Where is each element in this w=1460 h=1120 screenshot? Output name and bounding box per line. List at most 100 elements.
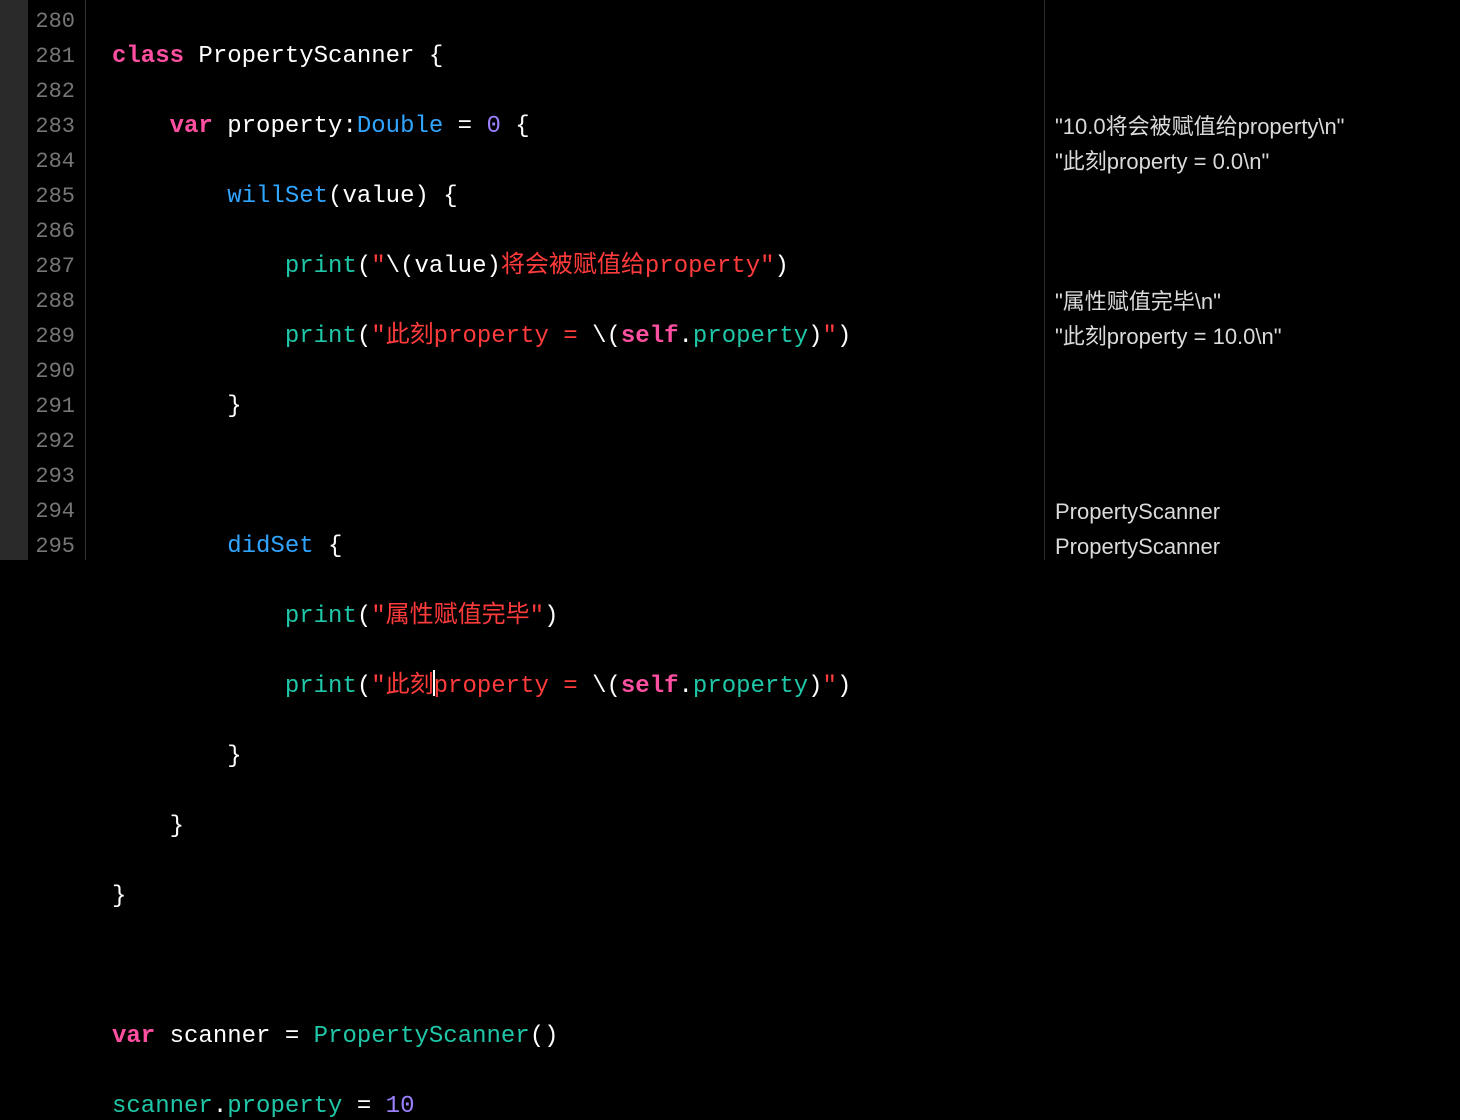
result-row	[1055, 424, 1460, 459]
string-literal: 将会被赋值给property	[501, 253, 760, 280]
result-row: "属性赋值完毕\n"	[1055, 284, 1460, 319]
string-interp-close: )	[808, 673, 822, 700]
property-ref: property	[693, 323, 808, 350]
string-quote: "	[760, 253, 774, 280]
paren-open: (	[357, 323, 371, 350]
string-quote: "	[371, 603, 385, 630]
result-row	[1055, 4, 1460, 39]
result-row: "10.0将会被赋值给property\n"	[1055, 109, 1460, 144]
line-number: 286	[28, 214, 75, 249]
fn-print: print	[285, 673, 357, 700]
result-row	[1055, 459, 1460, 494]
parens: ()	[530, 1023, 559, 1050]
result-row	[1055, 249, 1460, 284]
result-row	[1055, 389, 1460, 424]
paren-open: (	[328, 183, 342, 210]
keyword-class: class	[112, 43, 184, 70]
var-ref: scanner	[112, 1093, 213, 1120]
string-interp-close: )	[486, 253, 500, 280]
property-ref: property	[227, 1093, 342, 1120]
keyword-var: var	[112, 1023, 155, 1050]
line-number: 291	[28, 389, 75, 424]
result-row	[1055, 214, 1460, 249]
line-number: 283	[28, 109, 75, 144]
keyword-self: self	[621, 323, 679, 350]
string-quote: "	[823, 323, 837, 350]
parameter: value	[342, 183, 414, 210]
keyword-self: self	[621, 673, 679, 700]
result-row	[1055, 74, 1460, 109]
string-interp-open: \(	[592, 323, 621, 350]
keyword-didset: didSet	[227, 533, 313, 560]
fn-print: print	[285, 323, 357, 350]
var-name: scanner	[170, 1023, 271, 1050]
string-interp-close: )	[808, 323, 822, 350]
line-number-gutter: 280 281 282 283 284 285 286 287 288 289 …	[28, 0, 86, 560]
line-number: 294	[28, 494, 75, 529]
code-text-area[interactable]: class PropertyScanner { var property:Dou…	[86, 0, 1045, 560]
paren-close: )	[775, 253, 789, 280]
brace-close: }	[227, 743, 241, 770]
identifier: value	[414, 253, 486, 280]
paren-open: (	[357, 603, 371, 630]
colon: :	[342, 113, 356, 140]
brace: {	[414, 43, 443, 70]
result-row: PropertyScanner	[1055, 494, 1460, 529]
paren-close: )	[837, 323, 851, 350]
line-number: 285	[28, 179, 75, 214]
brace: {	[501, 113, 530, 140]
class-name: PropertyScanner	[184, 43, 414, 70]
string-quote: "	[823, 673, 837, 700]
line-number: 295	[28, 529, 75, 564]
paren-close: )	[544, 603, 558, 630]
brace: {	[314, 533, 343, 560]
property-ref: property	[693, 673, 808, 700]
result-row: PropertyScanner	[1055, 529, 1460, 564]
line-number: 289	[28, 319, 75, 354]
brace-close: }	[170, 813, 184, 840]
dot: .	[679, 673, 693, 700]
line-number: 281	[28, 39, 75, 74]
equals: =	[443, 113, 486, 140]
code-editor: 280 281 282 283 284 285 286 287 288 289 …	[0, 0, 1460, 560]
line-number: 280	[28, 4, 75, 39]
equals: =	[270, 1023, 313, 1050]
result-row: "此刻property = 10.0\n"	[1055, 319, 1460, 354]
number-literal: 10	[386, 1093, 415, 1120]
line-number: 290	[28, 354, 75, 389]
paren-close: )	[837, 673, 851, 700]
results-sidebar[interactable]: "10.0将会被赋值给property\n" "此刻property = 0.0…	[1045, 0, 1460, 560]
string-interp-open: \(	[386, 253, 415, 280]
string-quote: "	[530, 603, 544, 630]
string-literal: 此刻	[386, 673, 434, 700]
dot: .	[679, 323, 693, 350]
paren-open: (	[357, 673, 371, 700]
fn-print: print	[285, 603, 357, 630]
line-number: 287	[28, 249, 75, 284]
line-number: 292	[28, 424, 75, 459]
type-double: Double	[357, 113, 443, 140]
fn-print: print	[285, 253, 357, 280]
line-number: 293	[28, 459, 75, 494]
keyword-var: var	[170, 113, 213, 140]
result-row: "此刻property = 0.0\n"	[1055, 144, 1460, 179]
line-number: 284	[28, 144, 75, 179]
result-row	[1055, 354, 1460, 389]
property-name: property	[227, 113, 342, 140]
brace-close: }	[227, 393, 241, 420]
string-quote: "	[371, 323, 385, 350]
string-literal: property =	[434, 673, 592, 700]
breakpoint-margin[interactable]	[0, 0, 28, 560]
brace-close: }	[112, 883, 126, 910]
result-row	[1055, 179, 1460, 214]
paren-open: (	[357, 253, 371, 280]
paren-close-brace: ) {	[414, 183, 457, 210]
dot: .	[213, 1093, 227, 1120]
line-number: 288	[28, 284, 75, 319]
line-number: 282	[28, 74, 75, 109]
constructor: PropertyScanner	[314, 1023, 530, 1050]
number-literal: 0	[487, 113, 501, 140]
string-literal: 此刻property =	[386, 323, 592, 350]
equals: =	[342, 1093, 385, 1120]
string-literal: 属性赋值完毕	[386, 603, 530, 630]
